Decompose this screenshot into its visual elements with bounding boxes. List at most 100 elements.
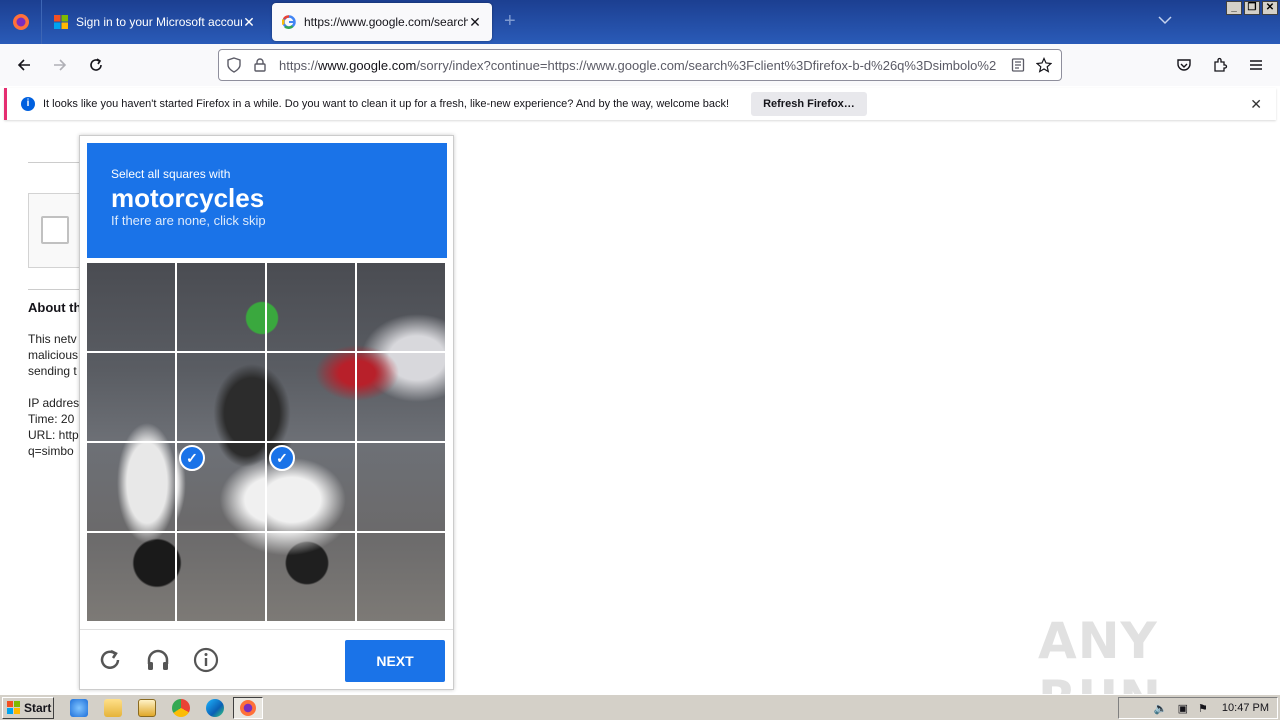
tile-image bbox=[177, 533, 265, 621]
paragraph-line: IP addres bbox=[28, 396, 80, 410]
close-icon[interactable]: ✕ bbox=[242, 14, 256, 31]
tile-image bbox=[87, 353, 175, 441]
image-tile[interactable] bbox=[357, 533, 445, 621]
paragraph-line: URL: http bbox=[28, 428, 79, 442]
image-tile[interactable] bbox=[177, 353, 265, 441]
reload-icon bbox=[100, 649, 120, 669]
info-icon bbox=[193, 647, 219, 673]
refresh-firefox-button[interactable]: Refresh Firefox… bbox=[751, 92, 867, 116]
hamburger-icon bbox=[1250, 60, 1262, 70]
instruction-text: Select all squares with bbox=[111, 167, 231, 181]
tile-image bbox=[357, 443, 445, 531]
extensions-button[interactable] bbox=[1208, 54, 1232, 76]
challenge-footer: NEXT bbox=[80, 629, 453, 689]
paragraph-line: sending t bbox=[28, 364, 77, 378]
star-bookmark-icon[interactable] bbox=[1031, 57, 1057, 73]
file-explorer-icon[interactable] bbox=[104, 699, 122, 717]
tile-image bbox=[357, 533, 445, 621]
tab-label: Sign in to your Microsoft account bbox=[76, 15, 242, 29]
reload-challenge-button[interactable] bbox=[96, 646, 124, 674]
chrome-icon[interactable] bbox=[172, 699, 190, 717]
tile-image bbox=[177, 353, 265, 441]
challenge-header: Select all squares with motorcycles If t… bbox=[87, 143, 447, 258]
firefox-taskbar-button[interactable] bbox=[233, 697, 263, 719]
tab-microsoft-signin[interactable]: Sign in to your Microsoft account ✕ bbox=[44, 3, 266, 41]
speaker-icon[interactable]: 🔈 bbox=[1154, 702, 1168, 715]
edge-icon[interactable] bbox=[206, 699, 224, 717]
start-label: Start bbox=[24, 701, 52, 715]
image-tile[interactable] bbox=[87, 263, 175, 351]
internet-explorer-icon[interactable] bbox=[70, 699, 88, 717]
image-tile[interactable] bbox=[87, 443, 175, 531]
recaptcha-checkbox[interactable] bbox=[41, 216, 69, 244]
image-tile[interactable] bbox=[267, 353, 355, 441]
about-heading: About th bbox=[28, 300, 82, 315]
network-icon[interactable]: ▣ bbox=[1178, 702, 1188, 715]
image-tile[interactable] bbox=[87, 353, 175, 441]
tile-image bbox=[87, 263, 175, 351]
microsoft-icon bbox=[54, 15, 68, 29]
windows-logo-icon bbox=[7, 701, 20, 714]
firefox-menu[interactable] bbox=[0, 0, 42, 44]
tab-google-search[interactable]: https://www.google.com/search?c ✕ bbox=[272, 3, 492, 41]
image-tile[interactable] bbox=[357, 443, 445, 531]
image-tile[interactable] bbox=[357, 353, 445, 441]
pocket-icon bbox=[1177, 59, 1191, 71]
next-button[interactable]: NEXT bbox=[345, 640, 445, 682]
tile-image bbox=[87, 533, 175, 621]
firefox-icon bbox=[12, 14, 29, 30]
tile-image bbox=[267, 263, 355, 351]
forward-button[interactable] bbox=[48, 54, 72, 76]
back-button[interactable] bbox=[12, 54, 36, 76]
tile-image bbox=[177, 263, 265, 351]
shield-icon[interactable] bbox=[221, 57, 247, 73]
info-icon: i bbox=[21, 97, 35, 111]
start-button[interactable]: Start bbox=[2, 697, 54, 719]
recaptcha-challenge: Select all squares with motorcycles If t… bbox=[79, 135, 454, 690]
url-prefix: https:// bbox=[279, 57, 319, 73]
close-window-button[interactable]: ✕ bbox=[1262, 1, 1278, 15]
paragraph-line: q=simbo bbox=[28, 444, 74, 458]
notification-bar: i It looks like you haven't started Fire… bbox=[4, 88, 1276, 120]
tile-image bbox=[87, 443, 175, 531]
arrow-left-icon bbox=[17, 59, 30, 71]
image-tile[interactable]: ✓ bbox=[177, 443, 265, 531]
address-bar[interactable]: https://www.google.com/sorry/index?conti… bbox=[218, 49, 1062, 81]
image-tile[interactable] bbox=[267, 533, 355, 621]
close-icon[interactable]: ✕ bbox=[468, 14, 482, 31]
pocket-button[interactable] bbox=[1172, 54, 1196, 76]
media-player-icon[interactable] bbox=[138, 699, 156, 717]
paragraph-line: This netv bbox=[28, 332, 77, 346]
lock-icon[interactable] bbox=[247, 58, 273, 72]
close-icon[interactable]: ✕ bbox=[1250, 96, 1262, 113]
instruction-hint: If there are none, click skip bbox=[111, 213, 266, 228]
image-tile[interactable] bbox=[267, 263, 355, 351]
audio-challenge-button[interactable] bbox=[144, 646, 172, 674]
google-icon bbox=[282, 15, 296, 29]
flag-icon[interactable]: ⚑ bbox=[1198, 702, 1208, 715]
list-all-tabs-button[interactable] bbox=[1158, 12, 1172, 28]
menu-button[interactable] bbox=[1244, 54, 1268, 76]
paragraph-line: Time: 20 bbox=[28, 412, 75, 426]
image-tile[interactable] bbox=[177, 263, 265, 351]
tab-label: https://www.google.com/search?c bbox=[304, 15, 468, 29]
clock: 10:47 PM bbox=[1221, 702, 1269, 714]
minimize-button[interactable]: _ bbox=[1226, 1, 1242, 15]
reload-icon bbox=[90, 58, 102, 71]
navigation-toolbar: https://www.google.com/sorry/index?conti… bbox=[0, 44, 1280, 86]
image-tile[interactable] bbox=[177, 533, 265, 621]
firefox-icon bbox=[240, 700, 256, 716]
chevron-down-icon bbox=[1158, 16, 1172, 25]
help-button[interactable] bbox=[192, 646, 220, 674]
tile-image bbox=[267, 533, 355, 621]
image-tile[interactable]: ✓ bbox=[267, 443, 355, 531]
image-tile[interactable] bbox=[357, 263, 445, 351]
image-grid: ✓ ✓ bbox=[87, 263, 446, 622]
reader-view-icon[interactable] bbox=[1005, 58, 1031, 72]
url-path: /sorry/index?continue=https://www.google… bbox=[416, 57, 997, 73]
restore-button[interactable]: ❐ bbox=[1244, 1, 1260, 15]
new-tab-button[interactable]: + bbox=[504, 10, 516, 33]
image-tile[interactable] bbox=[87, 533, 175, 621]
taskbar: Start 🔈 ▣ ⚑ 10:47 PM bbox=[0, 694, 1280, 720]
reload-button[interactable] bbox=[84, 54, 108, 76]
